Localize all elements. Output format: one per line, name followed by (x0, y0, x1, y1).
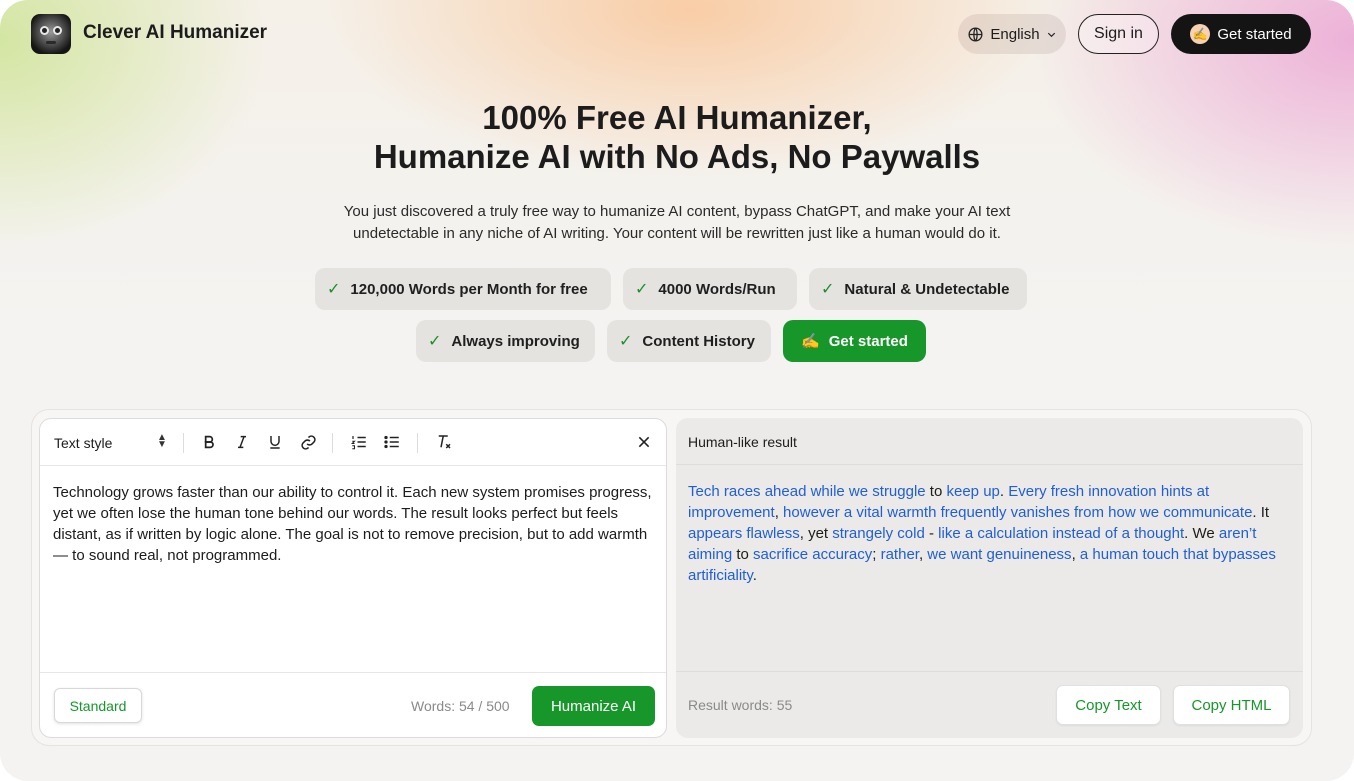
result-text-segment: ; (872, 546, 881, 563)
top-nav: Clever AI Humanizer English Sign in ✍️ G… (0, 0, 1354, 68)
rewritten-phrase: keep up (946, 483, 1000, 500)
result-text-segment: . (752, 567, 757, 584)
rewritten-phrase: sacrifice accuracy (753, 546, 873, 563)
word-count: Words: 54 / 500 (411, 698, 510, 714)
get-started-button[interactable]: ✍️ Get started (1171, 14, 1311, 54)
feature-label: Content History (642, 332, 755, 350)
logo-eye-icon (53, 26, 62, 35)
mode-standard-button[interactable]: Standard (54, 688, 142, 723)
page-subtitle: You just discovered a truly free way to … (300, 201, 1054, 245)
rewritten-phrase: however a vital warmth frequently vanish… (783, 504, 1253, 521)
subtitle-line-1: You just discovered a truly free way to … (343, 203, 1011, 220)
input-editor: Text style ▲ ▼ Technology grows faster t… (39, 418, 667, 738)
logo-eye-icon (40, 26, 49, 35)
result-text-segment: to (925, 483, 947, 500)
feature-pill: ✓ 4000 Words/Run (623, 268, 797, 310)
feature-label: Natural & Undetectable (844, 280, 1010, 298)
result-text-segment: , (1071, 546, 1080, 563)
editor-footer: Standard Words: 54 / 500 Humanize AI (40, 672, 666, 737)
toolbar-divider (417, 433, 418, 453)
sort-arrows-icon[interactable]: ▲ ▼ (157, 433, 167, 450)
get-started-label: Get started (1217, 25, 1292, 43)
close-icon[interactable] (633, 431, 655, 453)
sign-in-button[interactable]: Sign in (1078, 14, 1159, 54)
page: Clever AI Humanizer English Sign in ✍️ G… (0, 0, 1354, 781)
brand-name[interactable]: Clever AI Humanizer (83, 22, 267, 44)
copy-html-button[interactable]: Copy HTML (1173, 685, 1290, 725)
toolbar-divider (183, 433, 184, 453)
result-panel: Human-like result Tech races ahead while… (676, 418, 1303, 738)
result-word-count: Result words: 55 (688, 697, 793, 713)
result-text-segment: to (732, 546, 754, 563)
subtitle-line-2: undetectable in any niche of AI writing.… (353, 225, 1001, 242)
title-line-1: 100% Free AI Humanizer, (482, 99, 872, 136)
language-label: English (990, 25, 1040, 43)
brand-logo[interactable] (31, 14, 71, 54)
underline-icon[interactable] (264, 431, 286, 453)
copy-text-button[interactable]: Copy Text (1056, 685, 1161, 725)
feature-pill: ✓ 120,000 Words per Month for free (315, 268, 611, 310)
result-text-segment: , (774, 504, 784, 521)
writing-hand-icon: ✍️ (801, 333, 820, 350)
rewritten-phrase: Tech races ahead while we struggle (688, 483, 926, 500)
page-title: 100% Free AI Humanizer, Humanize AI with… (0, 98, 1354, 176)
feature-label: 4000 Words/Run (658, 280, 776, 298)
bold-icon[interactable] (198, 431, 220, 453)
text-style-select[interactable]: Text style (54, 435, 112, 451)
check-icon: ✓ (619, 333, 633, 350)
humanize-button[interactable]: Humanize AI (532, 686, 655, 726)
globe-icon (968, 26, 983, 42)
rewritten-phrase: strangely cold (832, 525, 925, 542)
input-text-area[interactable]: Technology grows faster than our ability… (53, 482, 653, 566)
check-icon: ✓ (428, 333, 442, 350)
rewritten-phrase: rather (880, 546, 919, 563)
result-text-segment: , yet (799, 525, 833, 542)
italic-icon[interactable] (231, 431, 253, 453)
feature-label: 120,000 Words per Month for free (350, 280, 588, 298)
rewritten-phrase: like a calculation instead of a thought (938, 525, 1185, 542)
feature-pill: ✓ Natural & Undetectable (809, 268, 1027, 310)
feature-pill: ✓ Always improving (416, 320, 595, 362)
rewritten-phrase: appears flawless (688, 525, 800, 542)
toolbar-divider (332, 433, 333, 453)
title-line-2: Humanize AI with No Ads, No Paywalls (373, 138, 981, 175)
result-header: Human-like result (676, 418, 1303, 465)
result-footer: Result words: 55 Copy Text Copy HTML (676, 671, 1303, 738)
check-icon: ✓ (635, 281, 649, 298)
result-text: Tech races ahead while we struggle to ke… (688, 481, 1288, 586)
editor-toolbar: Text style ▲ ▼ (40, 419, 666, 466)
logo-mouth-icon (46, 41, 56, 44)
link-icon[interactable] (297, 431, 319, 453)
feature-label: Always improving (451, 332, 580, 350)
clear-format-icon[interactable] (433, 431, 455, 453)
feature-pill: ✓ Content History (607, 320, 771, 362)
language-selector[interactable]: English (958, 14, 1066, 54)
ordered-list-icon[interactable] (348, 431, 370, 453)
chevron-down-icon (1047, 32, 1055, 37)
result-text-segment: . It (1252, 504, 1270, 521)
hero-get-started-button[interactable]: ✍️ Get started (783, 320, 926, 362)
check-icon: ✓ (327, 281, 341, 298)
bullet-list-icon[interactable] (381, 431, 403, 453)
hero-get-started-label: Get started (828, 332, 908, 350)
writing-hand-icon: ✍️ (1190, 24, 1211, 44)
result-text-segment: . (999, 483, 1009, 500)
result-text-segment: - (924, 525, 939, 542)
check-icon: ✓ (821, 281, 835, 298)
result-title: Human-like result (688, 434, 797, 450)
result-text-segment: . We (1184, 525, 1219, 542)
rewritten-phrase: we want genuineness (927, 546, 1072, 563)
